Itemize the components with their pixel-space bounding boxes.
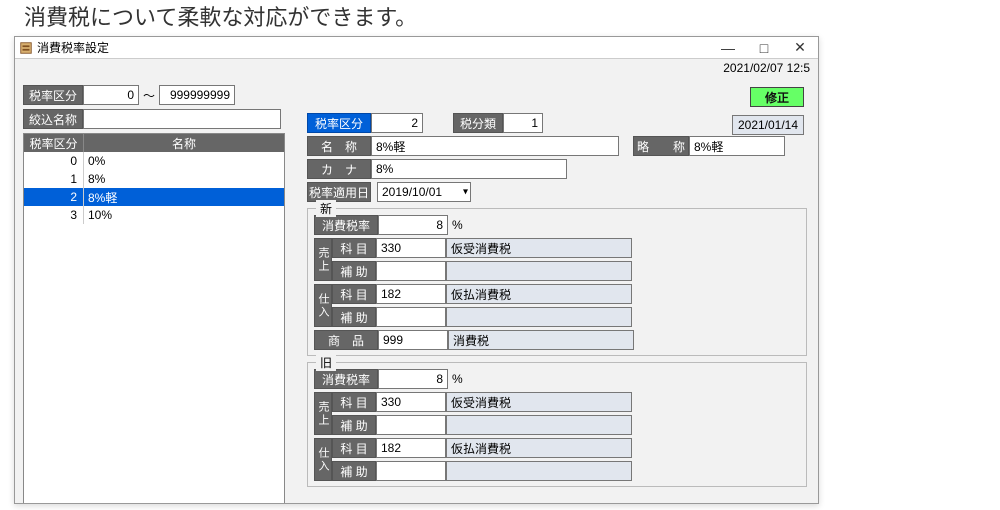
new-purch-subj-input[interactable]: 182 [376, 284, 446, 304]
new-item-name: 消費税 [448, 330, 634, 350]
list-row[interactable]: 2 8%軽 [24, 188, 284, 206]
list-header: 税率区分 名称 [24, 134, 284, 152]
detail-id-input[interactable]: 2 [371, 113, 423, 133]
detail-name-label: 名 称 [307, 136, 371, 156]
title-bar: 消費税率設定 — □ ✕ [15, 37, 818, 59]
rate-list: 税率区分 名称 0 0% 1 8% 2 8%軽 3 10% [23, 133, 285, 504]
app-window: 消費税率設定 — □ ✕ 2021/02/07 12:5 修正 税率区分 0 ～… [14, 36, 819, 504]
aux-label: 補 助 [332, 307, 376, 327]
window-content: 2021/02/07 12:5 修正 税率区分 0 ～ 999999999 絞込… [15, 59, 818, 503]
new-purch-subj-name: 仮払消費税 [446, 284, 632, 304]
detail-kana-label: カ ナ [307, 159, 371, 179]
page-context-text: 消費税について柔軟な対応ができます。 [0, 0, 1000, 40]
old-sales-subj-input[interactable]: 330 [376, 392, 446, 412]
list-row[interactable]: 1 8% [24, 170, 284, 188]
old-sales-aux-name [446, 415, 632, 435]
range-tilde: ～ [143, 87, 155, 104]
item-label: 商 品 [314, 330, 378, 350]
detail-abbr-label: 略 称 [633, 136, 689, 156]
purch-vert-label: 仕入 [314, 284, 332, 327]
old-purch-aux-name [446, 461, 632, 481]
subj-label: 科 目 [332, 438, 376, 458]
old-purch-subj-input[interactable]: 182 [376, 438, 446, 458]
edit-button[interactable]: 修正 [750, 87, 804, 107]
col-name-header: 名称 [84, 134, 284, 152]
new-sales-aux-name [446, 261, 632, 281]
aux-label: 補 助 [332, 415, 376, 435]
new-rate-input[interactable]: 8 [378, 215, 448, 235]
old-purch-subj-name: 仮払消費税 [446, 438, 632, 458]
apply-date-combo[interactable]: 2019/10/01 ▾ [377, 182, 471, 202]
old-rate-label: 消費税率 [314, 369, 378, 389]
new-purch-aux-input[interactable] [376, 307, 446, 327]
filter-name-input[interactable] [83, 109, 281, 129]
filter-to-input[interactable]: 999999999 [159, 85, 235, 105]
new-sales-subj-input[interactable]: 330 [376, 238, 446, 258]
detail-kana-input[interactable]: 8% [371, 159, 567, 179]
detail-abbr-input[interactable]: 8%軽 [689, 136, 785, 156]
subj-label: 科 目 [332, 392, 376, 412]
aux-label: 補 助 [332, 261, 376, 281]
filter-name-label: 絞込名称 [23, 109, 83, 129]
left-pane: 税率区分 0 ～ 999999999 絞込名称 税率区分 名称 0 0% [23, 85, 285, 504]
sales-vert-label: 売上 [314, 238, 332, 281]
new-sales-aux-input[interactable] [376, 261, 446, 281]
system-datetime: 2021/02/07 12:5 [723, 61, 810, 75]
new-purch-aux-name [446, 307, 632, 327]
purch-vert-label: 仕入 [314, 438, 332, 481]
filter-id-label: 税率区分 [23, 85, 83, 105]
col-id-header: 税率区分 [24, 134, 84, 152]
group-new-title: 新 [316, 200, 336, 217]
detail-class-label: 税分類 [453, 113, 503, 133]
list-row[interactable]: 3 10% [24, 206, 284, 224]
group-old-title: 旧 [316, 354, 336, 371]
new-rate-label: 消費税率 [314, 215, 378, 235]
filter-from-input[interactable]: 0 [83, 85, 139, 105]
pct-label: % [452, 372, 463, 386]
old-purch-aux-input[interactable] [376, 461, 446, 481]
maximize-button[interactable]: □ [746, 37, 782, 59]
new-item-input[interactable]: 999 [378, 330, 448, 350]
detail-pane: 税率区分 2 税分類 1 名 称 8%軽 略 称 8%軽 カ ナ 8% 税率適用… [307, 113, 807, 487]
pct-label: % [452, 218, 463, 232]
detail-id-label: 税率区分 [307, 113, 371, 133]
group-new: 新 消費税率 8 % 売上 科 目 330 仮受消費税 [307, 208, 807, 356]
list-row[interactable]: 0 0% [24, 152, 284, 170]
old-rate-input[interactable]: 8 [378, 369, 448, 389]
minimize-button[interactable]: — [710, 37, 746, 59]
app-icon [19, 41, 33, 55]
subj-label: 科 目 [332, 238, 376, 258]
new-sales-subj-name: 仮受消費税 [446, 238, 632, 258]
detail-name-input[interactable]: 8%軽 [371, 136, 619, 156]
apply-date-label: 税率適用日 [307, 182, 371, 202]
subj-label: 科 目 [332, 284, 376, 304]
aux-label: 補 助 [332, 461, 376, 481]
chevron-down-icon: ▾ [463, 187, 468, 198]
window-title: 消費税率設定 [37, 39, 109, 56]
old-sales-aux-input[interactable] [376, 415, 446, 435]
close-button[interactable]: ✕ [782, 37, 818, 59]
group-old: 旧 消費税率 8 % 売上 科 目 330 仮受消費税 [307, 362, 807, 487]
sales-vert-label: 売上 [314, 392, 332, 435]
old-sales-subj-name: 仮受消費税 [446, 392, 632, 412]
detail-class-input[interactable]: 1 [503, 113, 543, 133]
